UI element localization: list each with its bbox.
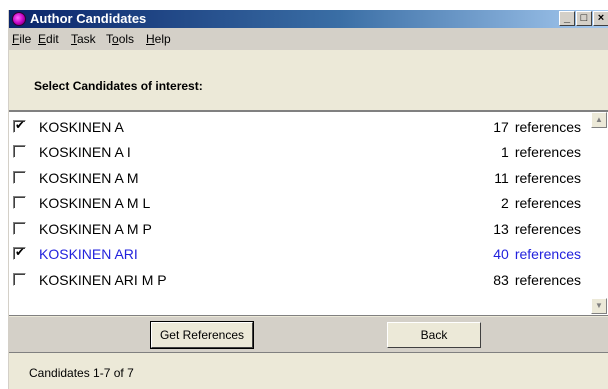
scroll-up-icon[interactable]: ▲ [591, 112, 607, 128]
title-bar[interactable]: Author Candidates _ □ × [9, 10, 608, 28]
reference-count: 40 references [479, 246, 581, 262]
reference-count: 13 references [479, 221, 581, 237]
reference-unit: references [514, 195, 581, 211]
list-item[interactable]: ✔ KOSKINEN ARI 40 references [9, 241, 589, 267]
reference-unit: references [514, 119, 581, 135]
check-icon: ✔ [15, 245, 26, 259]
list-item[interactable]: ✔ KOSKINEN A 17 references [9, 114, 589, 140]
list-item[interactable]: KOSKINEN ARI M P 83 references [9, 267, 589, 293]
reference-unit: references [514, 221, 581, 237]
minimize-button[interactable]: _ [559, 11, 575, 26]
candidate-list[interactable]: KOSKINEN ARI M P 83 references ✔ KOSKINEN AR… [9, 110, 608, 316]
reference-count-number: 2 [501, 195, 509, 211]
reference-count: 83 references [479, 272, 581, 288]
candidate-checkbox[interactable] [13, 196, 26, 209]
menu-file[interactable]: File [12, 32, 31, 46]
window-title: Author Candidates [30, 11, 147, 26]
app-icon [12, 12, 26, 26]
maximize-button[interactable]: □ [576, 11, 592, 26]
close-button[interactable]: × [593, 11, 608, 26]
reference-unit: references [514, 144, 581, 160]
button-bar: Get References Back [9, 317, 608, 353]
reference-count: 2 references [479, 195, 581, 211]
candidate-checkbox[interactable] [13, 171, 26, 184]
back-button[interactable]: Back [387, 322, 481, 348]
reference-unit: references [514, 170, 581, 186]
candidate-name: KOSKINEN ARI M P [39, 272, 167, 288]
reference-unit: references [514, 272, 581, 288]
list-item[interactable]: KOSKINEN A M P 13 references [9, 216, 589, 242]
menu-edit[interactable]: Edit [38, 32, 59, 46]
candidate-checkbox[interactable] [13, 145, 26, 158]
candidate-name: KOSKINEN A [39, 119, 124, 135]
reference-count: 11 references [479, 170, 581, 186]
candidate-name: KOSKINEN A M L [39, 195, 151, 211]
reference-count-number: 40 [493, 246, 509, 262]
candidate-checkbox[interactable]: ✔ [13, 118, 26, 133]
status-bar: Candidates 1-7 of 7 [9, 354, 608, 389]
list-item[interactable]: KOSKINEN A M 11 references [9, 165, 589, 191]
vertical-scrollbar[interactable]: ▲ ▼ [591, 112, 607, 314]
menu-bar: File Edit Task Tools Help [9, 28, 608, 50]
check-icon: ✔ [15, 118, 26, 132]
candidate-name: KOSKINEN A I [39, 144, 131, 160]
reference-count-number: 83 [493, 272, 509, 288]
menu-help[interactable]: Help [146, 32, 171, 46]
menu-task[interactable]: Task [71, 32, 96, 46]
candidate-name: KOSKINEN ARI [39, 246, 138, 262]
reference-count: 17 references [479, 119, 581, 135]
candidate-name: KOSKINEN A M P [39, 221, 152, 237]
window-controls: _ □ × [558, 11, 608, 27]
list-item[interactable]: KOSKINEN A M L 2 references [9, 190, 589, 216]
candidate-checkbox[interactable]: ✔ [13, 245, 26, 260]
get-references-button[interactable]: Get References [150, 321, 254, 349]
reference-count-number: 1 [501, 144, 509, 160]
reference-unit: references [514, 246, 581, 262]
reference-count: 1 references [479, 144, 581, 160]
scroll-down-icon[interactable]: ▼ [591, 298, 607, 314]
author-candidates-window: Author Candidates _ □ × File Edit Task T… [8, 10, 608, 389]
list-item[interactable]: KOSKINEN A I 1 references [9, 139, 589, 165]
menu-tools[interactable]: Tools [106, 32, 134, 46]
candidate-checkbox[interactable] [13, 273, 26, 286]
candidate-name: KOSKINEN A M [39, 170, 139, 186]
status-text: Candidates 1-7 of 7 [29, 366, 134, 380]
candidate-checkbox[interactable] [13, 222, 26, 235]
reference-count-number: 17 [493, 119, 509, 135]
select-prompt: Select Candidates of interest: [34, 79, 203, 93]
reference-count-number: 13 [493, 221, 509, 237]
reference-count-number: 11 [494, 170, 509, 186]
